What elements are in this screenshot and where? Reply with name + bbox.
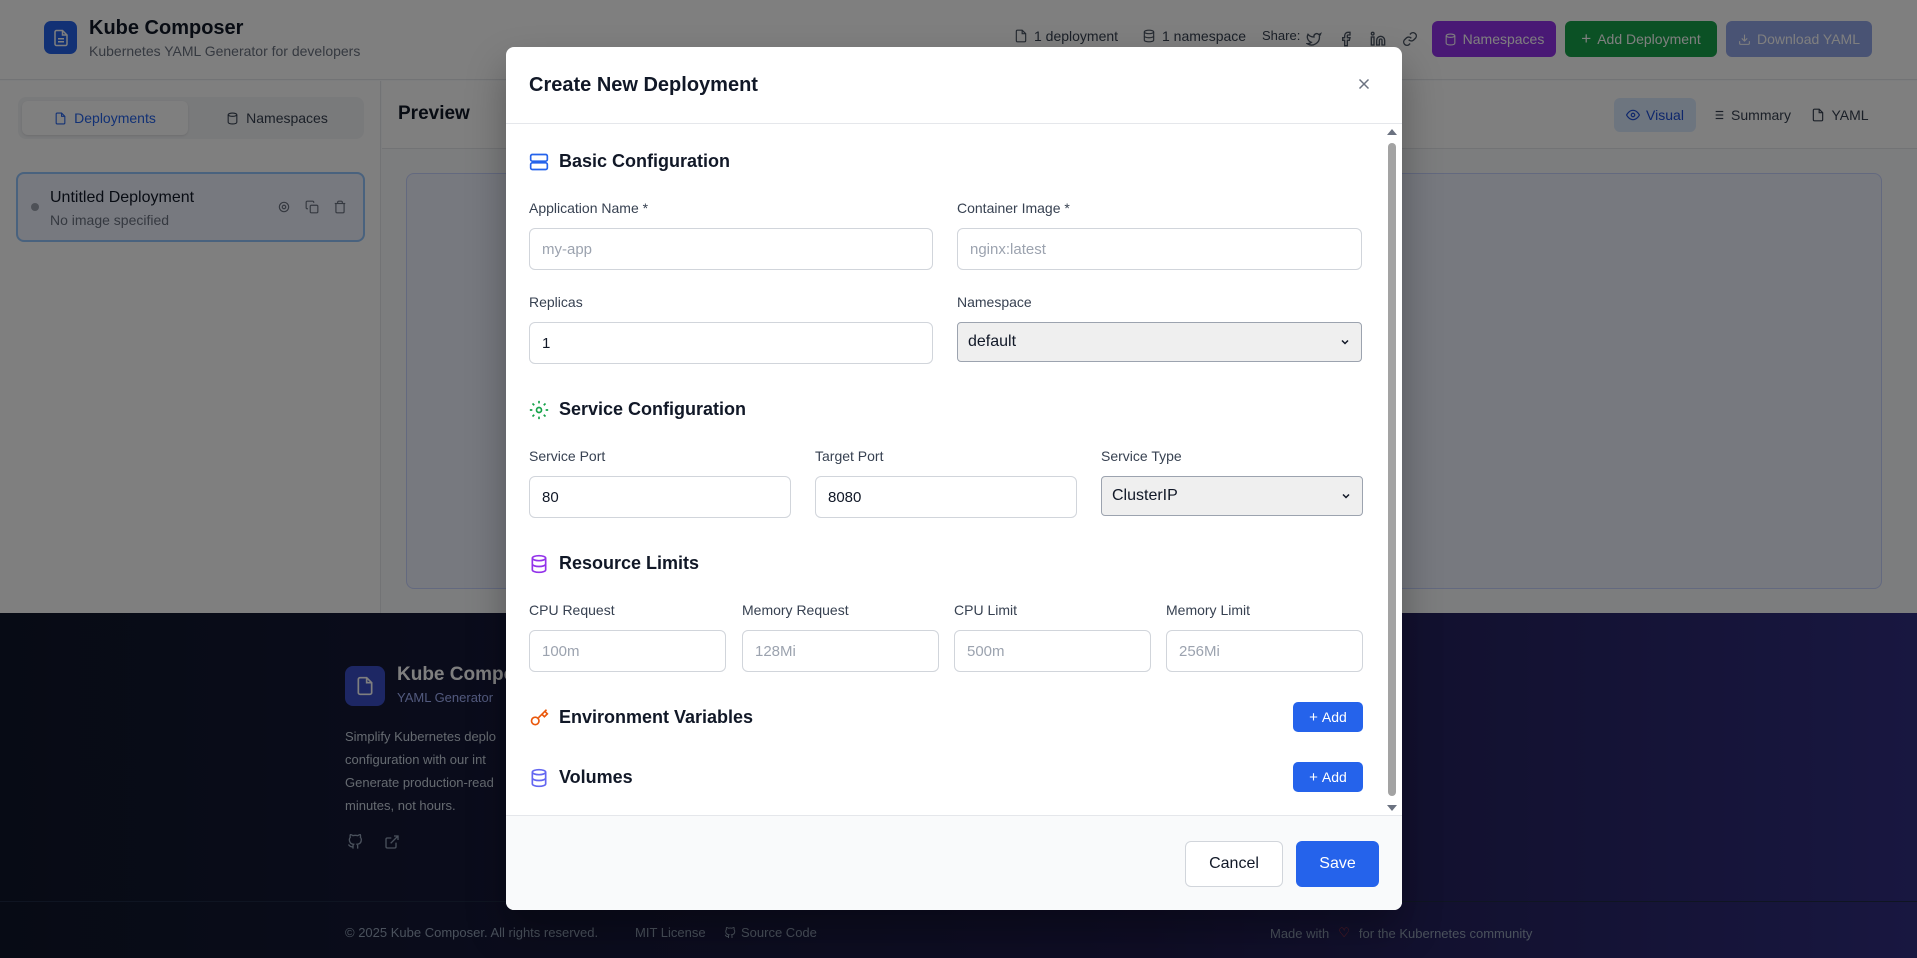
add-env-var-button[interactable]: + Add [1293,702,1363,732]
database-icon [529,768,549,788]
scroll-thumb[interactable] [1388,143,1396,796]
memory-request-input[interactable]: 128Mi [742,630,939,672]
target-port-label: Target Port [815,448,884,464]
basic-config-heading: Basic Configuration [529,151,730,172]
save-button[interactable]: Save [1296,841,1379,887]
resource-limits-heading: Resource Limits [529,553,699,574]
cpu-request-label: CPU Request [529,602,615,618]
plus-icon: + [1309,708,1318,726]
service-port-input[interactable]: 80 [529,476,791,518]
plus-icon: + [1309,768,1318,786]
namespace-label: Namespace [957,294,1032,310]
service-config-heading: Service Configuration [529,399,746,420]
service-type-select[interactable]: ClusterIP [1101,476,1363,516]
scroll-up-arrow[interactable] [1387,129,1397,135]
app-name-input[interactable]: my-app [529,228,933,270]
memory-limit-label: Memory Limit [1166,602,1251,618]
namespace-select[interactable]: default [957,322,1362,362]
replicas-label: Replicas [529,294,583,310]
target-port-input[interactable]: 8080 [815,476,1077,518]
container-image-label: Container Image * [957,200,1070,216]
cancel-button[interactable]: Cancel [1185,841,1283,887]
env-vars-heading: Environment Variables [529,707,753,728]
database-icon [529,554,549,574]
service-config-title: Service Configuration [559,399,747,419]
key-icon [529,708,549,728]
cpu-request-input[interactable]: 100m [529,630,726,672]
add-volume-label: Add [1321,769,1347,785]
namespace-select-value: default [968,333,1017,350]
add-env-label: Add [1321,709,1347,725]
service-type-value: ClusterIP [1112,487,1178,504]
volumes-title: Volumes [559,767,633,787]
modal-divider [506,123,1402,124]
modal-scrollbar[interactable] [1386,129,1398,813]
app-name-label: Application Name * [529,200,649,216]
modal-title: Create New Deployment [529,74,758,96]
memory-limit-input[interactable]: 256Mi [1166,630,1363,672]
service-port-label: Service Port [529,448,606,464]
chevron-down-icon [1341,339,1349,345]
env-vars-title: Environment Variables [559,707,754,727]
close-icon[interactable] [1352,72,1376,96]
replicas-input[interactable]: 1 [529,322,933,364]
cpu-limit-label: CPU Limit [954,602,1018,618]
chevron-down-icon [1342,493,1350,499]
resource-limits-title: Resource Limits [559,553,700,573]
volumes-heading: Volumes [529,767,633,788]
add-volume-button[interactable]: + Add [1293,762,1363,792]
cpu-limit-input[interactable]: 500m [954,630,1151,672]
scroll-down-arrow[interactable] [1387,805,1397,811]
gear-icon [529,400,549,420]
create-deployment-modal: Create New Deployment Basic Configuratio… [506,47,1402,910]
service-type-label: Service Type [1101,448,1182,464]
server-icon [529,152,549,172]
container-image-input[interactable]: nginx:latest [957,228,1362,270]
memory-request-label: Memory Request [742,602,849,618]
basic-config-title: Basic Configuration [559,151,731,171]
